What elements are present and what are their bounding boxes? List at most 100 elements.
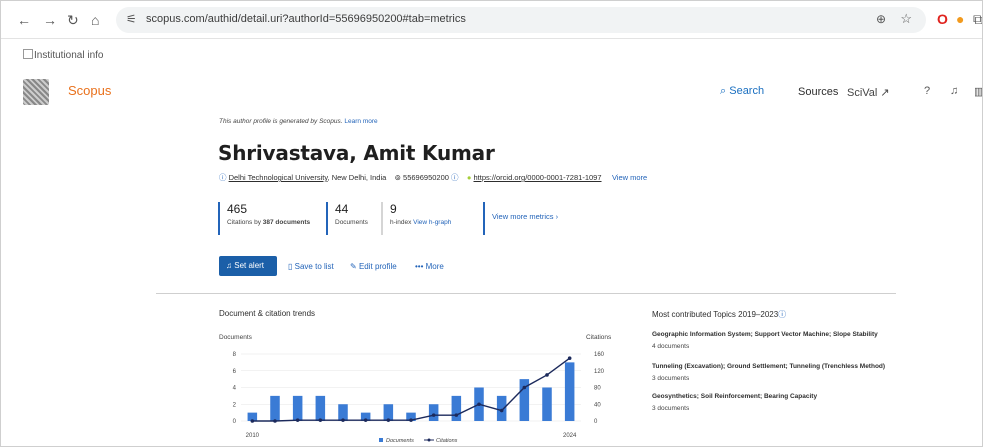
topic-count: 3 documents bbox=[652, 375, 690, 382]
documents-bar bbox=[451, 395, 462, 421]
citations-point bbox=[273, 419, 277, 423]
y-tick-label-left: 2 bbox=[233, 402, 237, 408]
trends-title: Document & citation trends bbox=[219, 309, 316, 318]
extension-icon[interactable]: ● bbox=[956, 11, 964, 27]
topic-name[interactable]: Tunneling (Excavation); Ground Settlemen… bbox=[652, 363, 885, 370]
citations-point bbox=[522, 385, 527, 390]
topics-title: Most contributed Topics 2019–2023ⓘ bbox=[652, 309, 786, 320]
hindex-label: h-index View h-graph bbox=[390, 219, 451, 226]
affiliation-link[interactable]: Delhi Technological University bbox=[229, 173, 328, 182]
bell-icon: ♫ bbox=[226, 261, 232, 270]
header-search-label: Search bbox=[729, 85, 765, 97]
documents-bar bbox=[315, 395, 326, 421]
citations-point bbox=[341, 418, 345, 422]
edit-profile-label: Edit profile bbox=[358, 262, 397, 271]
browser-toolbar: ← → ↻ ⌂ ⚟ scopus.com/authid/detail.uri?a… bbox=[1, 1, 982, 39]
opera-extension-icon[interactable]: O bbox=[937, 11, 948, 27]
header-scival-link[interactable]: SciVal ↗ bbox=[847, 86, 890, 99]
documents-bar bbox=[270, 395, 280, 421]
y-tick-label-left: 0 bbox=[233, 419, 237, 425]
home-icon[interactable]: ⌂ bbox=[91, 12, 99, 28]
learn-more-link[interactable]: Learn more bbox=[344, 118, 377, 125]
institution-icon[interactable]: ▥ bbox=[974, 85, 982, 98]
site-info-icon[interactable]: ⚟ bbox=[126, 12, 137, 26]
metric-citations[interactable]: 465 Citations by 387 documents bbox=[218, 202, 310, 235]
view-more-metrics-link[interactable]: View more metrics › bbox=[492, 212, 558, 221]
affiliation-info-icon: ⓘ bbox=[219, 173, 227, 182]
left-axis-title: Documents bbox=[219, 334, 252, 341]
citations-label: Citations by 387 documents bbox=[227, 219, 310, 226]
citations-point bbox=[363, 418, 368, 422]
documents-bar bbox=[564, 362, 575, 421]
reload-icon[interactable]: ↻ bbox=[67, 12, 79, 29]
documents-value: 44 bbox=[335, 202, 349, 216]
broken-image-icon bbox=[23, 49, 33, 59]
legend-citations-label: Citations bbox=[436, 438, 458, 444]
notifications-bell-icon[interactable]: ♫ bbox=[950, 85, 958, 97]
zoom-icon[interactable]: ⊕ bbox=[876, 12, 886, 26]
author-id: 55696950200 bbox=[403, 173, 449, 182]
elsevier-logo[interactable] bbox=[23, 79, 49, 105]
edit-profile-button[interactable]: ✎ Edit profile bbox=[350, 262, 397, 271]
metric-documents[interactable]: 44 Documents bbox=[326, 202, 368, 235]
citations-point bbox=[567, 356, 572, 360]
set-alert-button[interactable]: ♫ Set alert bbox=[219, 256, 277, 276]
documents-bar bbox=[496, 395, 507, 421]
orcid-icon: ● bbox=[466, 173, 472, 182]
bookmark-icon: ▯ bbox=[288, 262, 293, 271]
more-button[interactable]: ••• More bbox=[415, 262, 444, 271]
help-icon[interactable]: ? bbox=[924, 85, 930, 97]
url-text: scopus.com/authid/detail.uri?authorId=55… bbox=[146, 13, 466, 25]
view-more-metrics-label: View more metrics bbox=[492, 212, 554, 221]
citations-point bbox=[250, 419, 255, 423]
topic-count: 4 documents bbox=[652, 343, 690, 350]
profile-note: This author profile is generated by Scop… bbox=[219, 118, 378, 125]
bookmark-star-icon[interactable]: ☆ bbox=[900, 11, 912, 27]
header-search-link[interactable]: ⌕ Search bbox=[720, 85, 764, 98]
topic-name[interactable]: Geosynthetics; Soil Reinforcement; Beari… bbox=[652, 393, 817, 400]
y-tick-label-left: 4 bbox=[233, 386, 237, 392]
y-tick-label-right: 40 bbox=[594, 402, 601, 408]
citations-point bbox=[431, 413, 436, 417]
citations-point bbox=[454, 413, 459, 417]
save-to-list-button[interactable]: ▯ Save to list bbox=[288, 262, 334, 271]
view-hgraph-link[interactable]: View h-graph bbox=[413, 219, 451, 226]
author-meta: ⓘ Delhi Technological University, New De… bbox=[219, 172, 647, 183]
save-to-list-label: Save to list bbox=[294, 262, 334, 271]
view-more-link[interactable]: View more bbox=[612, 173, 647, 182]
forward-icon[interactable]: → bbox=[43, 12, 57, 28]
header-sources-link[interactable]: Sources bbox=[798, 86, 838, 98]
metric-hindex: 9 h-index View h-graph bbox=[381, 202, 451, 235]
author-id-info-icon[interactable]: ⓘ bbox=[451, 173, 459, 182]
topics-info-icon[interactable]: ⓘ bbox=[778, 310, 786, 319]
y-tick-label-right: 120 bbox=[594, 369, 605, 375]
pencil-icon: ✎ bbox=[350, 262, 357, 271]
metric-separator bbox=[483, 202, 485, 235]
search-icon: ⌕ bbox=[720, 85, 727, 97]
scopus-brand[interactable]: Scopus bbox=[68, 83, 111, 98]
citations-point bbox=[295, 418, 300, 422]
citations-point bbox=[318, 418, 323, 422]
set-alert-label: Set alert bbox=[234, 261, 265, 270]
documents-bar bbox=[292, 395, 303, 421]
institutional-info-alt: Institutional info bbox=[34, 50, 104, 61]
extensions-puzzle-icon[interactable]: ⧉ bbox=[973, 11, 982, 28]
y-tick-label-right: 160 bbox=[594, 352, 605, 358]
ellipsis-icon: ••• bbox=[415, 262, 424, 271]
topic-name[interactable]: Geographic Information System; Support V… bbox=[652, 331, 878, 338]
address-bar[interactable]: ⚟ scopus.com/authid/detail.uri?authorId=… bbox=[116, 7, 926, 33]
institutional-info-image: Institutional info bbox=[23, 49, 104, 61]
x-tick-label: 2024 bbox=[563, 433, 577, 439]
section-divider bbox=[156, 293, 896, 294]
author-id-icon: ⊚ bbox=[394, 173, 401, 182]
y-tick-label-left: 8 bbox=[233, 352, 237, 358]
citations-documents-count: 387 documents bbox=[262, 219, 311, 226]
citations-point bbox=[386, 418, 391, 422]
back-icon[interactable]: ← bbox=[17, 12, 31, 28]
y-tick-label-right: 80 bbox=[594, 386, 601, 392]
trend-chart: 02468040801201602010 2024Documents Citatio… bbox=[233, 352, 605, 444]
author-name: Shrivastava, Amit Kumar bbox=[218, 141, 495, 165]
orcid-link[interactable]: https://orcid.org/0000-0001-7281-1097 bbox=[474, 173, 602, 182]
profile-note-text: This author profile is generated by Scop… bbox=[219, 118, 343, 125]
y-tick-label-right: 0 bbox=[594, 419, 598, 425]
